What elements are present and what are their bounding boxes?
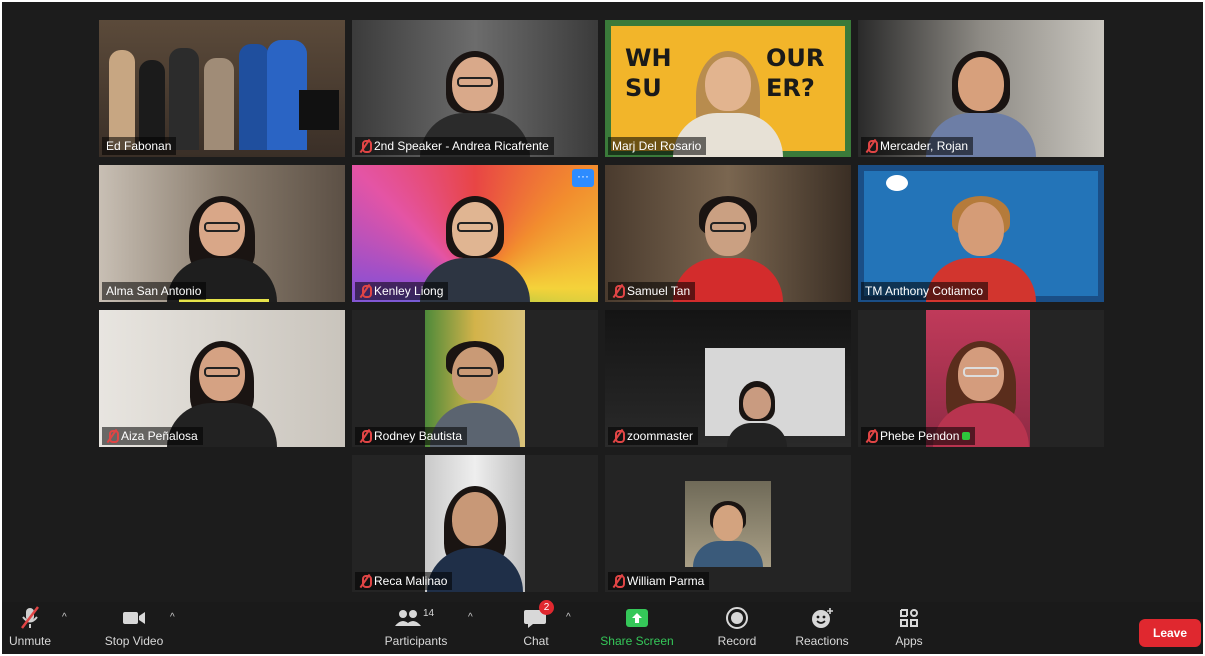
video-tile-phebe-pendon[interactable]: Phebe Pendon	[858, 310, 1104, 447]
muted-microphone-icon	[612, 429, 625, 443]
participant-name: Aiza Peñalosa	[121, 429, 198, 443]
participant-name: Mercader, Rojan	[880, 139, 969, 153]
muted-microphone-icon	[612, 574, 625, 588]
muted-microphone-icon	[359, 429, 372, 443]
participants-icon	[395, 610, 421, 626]
participant-name-label: zoommaster	[608, 427, 699, 445]
chat-unread-badge: 2	[539, 600, 554, 615]
video-tile-andrea-ricafrente[interactable]: 2nd Speaker - Andrea Ricafrente	[352, 20, 598, 157]
participant-name: William Parma	[627, 574, 705, 588]
leave-meeting-button[interactable]: Leave	[1139, 619, 1201, 647]
participant-name-label: Aiza Peñalosa	[102, 427, 203, 445]
muted-microphone-icon	[359, 574, 372, 588]
audio-options-caret[interactable]: ^	[62, 612, 67, 623]
video-tile-aiza-penalosa[interactable]: Aiza Peñalosa	[99, 310, 345, 447]
video-tile-marj-del-rosario[interactable]: WH OUR SU ER? Marj Del Rosario	[605, 20, 851, 157]
share-screen-button[interactable]: Share Screen	[597, 606, 677, 648]
video-tile-rojan-mercader[interactable]: Mercader, Rojan	[858, 20, 1104, 157]
participant-name: Reca Malinao	[374, 574, 448, 588]
participant-name: zoommaster	[627, 429, 694, 443]
video-status-icon	[962, 432, 971, 440]
participant-video	[727, 381, 787, 447]
video-tile-anthony-cotiamco[interactable]: TM Anthony Cotiamco	[858, 165, 1104, 302]
video-camera-icon	[123, 612, 145, 624]
record-button[interactable]: Record	[712, 606, 762, 648]
participant-name: Ed Fabonan	[106, 139, 172, 153]
participants-button[interactable]: 14 Participants	[378, 606, 454, 648]
participant-name: Rodney Bautista	[374, 429, 463, 443]
video-tile-ed-fabonan[interactable]: Ed Fabonan	[99, 20, 345, 157]
participant-name-label: William Parma	[608, 572, 710, 590]
participant-name-label: Mercader, Rojan	[861, 137, 974, 155]
participant-name: TM Anthony Cotiamco	[865, 284, 984, 298]
participant-video	[693, 501, 763, 567]
participants-options-caret[interactable]: ^	[468, 612, 473, 623]
participant-name-label: 2nd Speaker - Andrea Ricafrente	[355, 137, 554, 155]
participant-name-label: Reca Malinao	[355, 572, 453, 590]
apps-icon	[900, 609, 918, 627]
participant-name-label: Kenley Liong	[355, 282, 449, 300]
video-tile-samuel-tan[interactable]: Samuel Tan	[605, 165, 851, 302]
participant-name-label: Ed Fabonan	[102, 137, 177, 155]
video-options-caret[interactable]: ^	[170, 612, 175, 623]
video-tile-alma-san-antonio[interactable]: Alma San Antonio	[99, 165, 345, 302]
video-tile-william-parma[interactable]: William Parma	[605, 455, 851, 592]
reactions-smiley-icon	[812, 608, 833, 628]
stop-video-button[interactable]: Stop Video	[98, 606, 170, 648]
muted-microphone-icon	[865, 139, 878, 153]
record-icon	[726, 607, 748, 629]
video-gallery: Ed Fabonan 2nd Speaker - Andrea Ricafren…	[2, 2, 1203, 600]
participant-count: 14	[423, 608, 435, 619]
video-tile-zoommaster[interactable]: zoommaster	[605, 310, 851, 447]
muted-microphone-icon	[359, 284, 372, 298]
participant-name: Kenley Liong	[374, 284, 444, 298]
participant-name: Samuel Tan	[627, 284, 691, 298]
chat-button[interactable]: 2 Chat	[514, 600, 558, 648]
muted-microphone-icon	[106, 429, 119, 443]
participant-name-label: Phebe Pendon	[861, 427, 976, 445]
participant-name: Alma San Antonio	[106, 284, 202, 298]
muted-microphone-icon	[21, 606, 39, 629]
muted-microphone-icon	[359, 139, 372, 153]
muted-microphone-icon	[612, 284, 625, 298]
video-tile-kenley-liong[interactable]: ··· Kenley Liong	[352, 165, 598, 302]
chat-options-caret[interactable]: ^	[566, 612, 571, 623]
muted-microphone-icon	[865, 429, 878, 443]
participant-name: 2nd Speaker - Andrea Ricafrente	[374, 139, 549, 153]
meeting-controls-toolbar: Unmute ^ Stop Video ^ 14 Participants ^ …	[2, 600, 1203, 654]
participant-name-label: Alma San Antonio	[102, 282, 207, 300]
participant-name-label: Samuel Tan	[608, 282, 696, 300]
logo-icon	[886, 175, 908, 191]
more-options-button[interactable]: ···	[572, 169, 594, 187]
zoom-meeting-window: Ed Fabonan 2nd Speaker - Andrea Ricafren…	[2, 2, 1203, 654]
share-screen-icon	[626, 609, 648, 627]
video-tile-rodney-bautista[interactable]: Rodney Bautista	[352, 310, 598, 447]
video-tile-reca-malinao[interactable]: Reca Malinao	[352, 455, 598, 592]
apps-button[interactable]: Apps	[886, 606, 932, 648]
participant-name: Phebe Pendon	[880, 429, 960, 443]
participant-name-label: Marj Del Rosario	[608, 137, 707, 155]
participant-name-label: TM Anthony Cotiamco	[861, 282, 989, 300]
unmute-button[interactable]: Unmute	[2, 606, 58, 648]
participant-name: Marj Del Rosario	[612, 139, 702, 153]
reactions-button[interactable]: Reactions	[790, 606, 854, 648]
participant-name-label: Rodney Bautista	[355, 427, 468, 445]
